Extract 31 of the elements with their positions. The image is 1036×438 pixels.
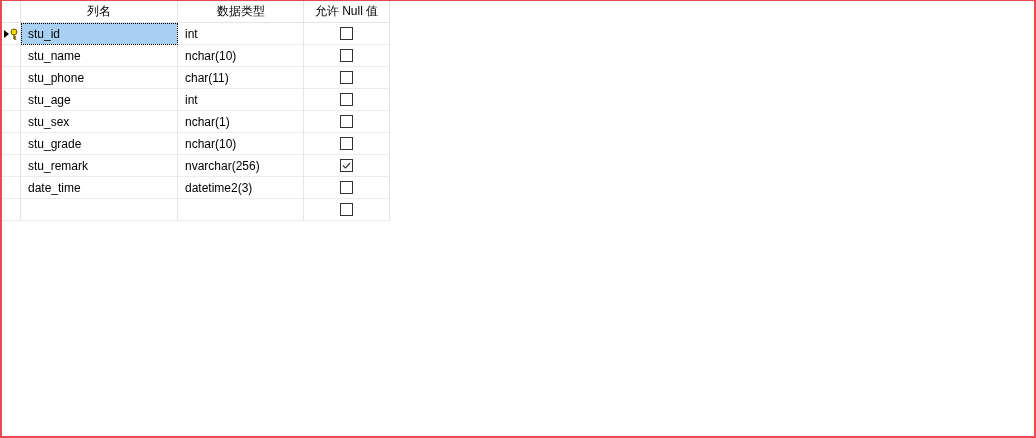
column-header[interactable]: 允许 Null 值	[304, 1, 390, 23]
checkbox[interactable]	[340, 181, 353, 194]
column-header[interactable]: 列名	[21, 1, 178, 23]
table-cell[interactable]: nvarchar(256)	[178, 155, 304, 177]
table-cell[interactable]: nchar(10)	[178, 133, 304, 155]
row-header-corner	[2, 1, 21, 23]
checkbox[interactable]	[340, 27, 353, 40]
table-cell[interactable]	[21, 199, 178, 221]
table-cell[interactable]	[178, 199, 304, 221]
table-cell[interactable]: stu_phone	[21, 67, 178, 89]
table-cell[interactable]: stu_name	[21, 45, 178, 67]
table-cell[interactable]: nchar(10)	[178, 45, 304, 67]
checkbox[interactable]	[340, 203, 353, 216]
table-cell[interactable]: stu_id	[21, 23, 178, 45]
checkbox[interactable]	[340, 137, 353, 150]
table-cell[interactable]: date_time	[21, 177, 178, 199]
checkbox[interactable]	[340, 71, 353, 84]
checkbox[interactable]	[340, 159, 353, 172]
table-cell[interactable]: char(11)	[178, 67, 304, 89]
checkbox[interactable]	[340, 49, 353, 62]
table-cell[interactable]: stu_age	[21, 89, 178, 111]
table-cell[interactable]: nchar(1)	[178, 111, 304, 133]
table-cell[interactable]: datetime2(3)	[178, 177, 304, 199]
table-cell[interactable]: int	[178, 89, 304, 111]
table-cell[interactable]: stu_grade	[21, 133, 178, 155]
table-cell[interactable]: int	[178, 23, 304, 45]
table-cell[interactable]: stu_sex	[21, 111, 178, 133]
column-header[interactable]: 数据类型	[178, 1, 304, 23]
table-cell[interactable]: stu_remark	[21, 155, 178, 177]
checkbox[interactable]	[340, 115, 353, 128]
checkbox[interactable]	[340, 93, 353, 106]
